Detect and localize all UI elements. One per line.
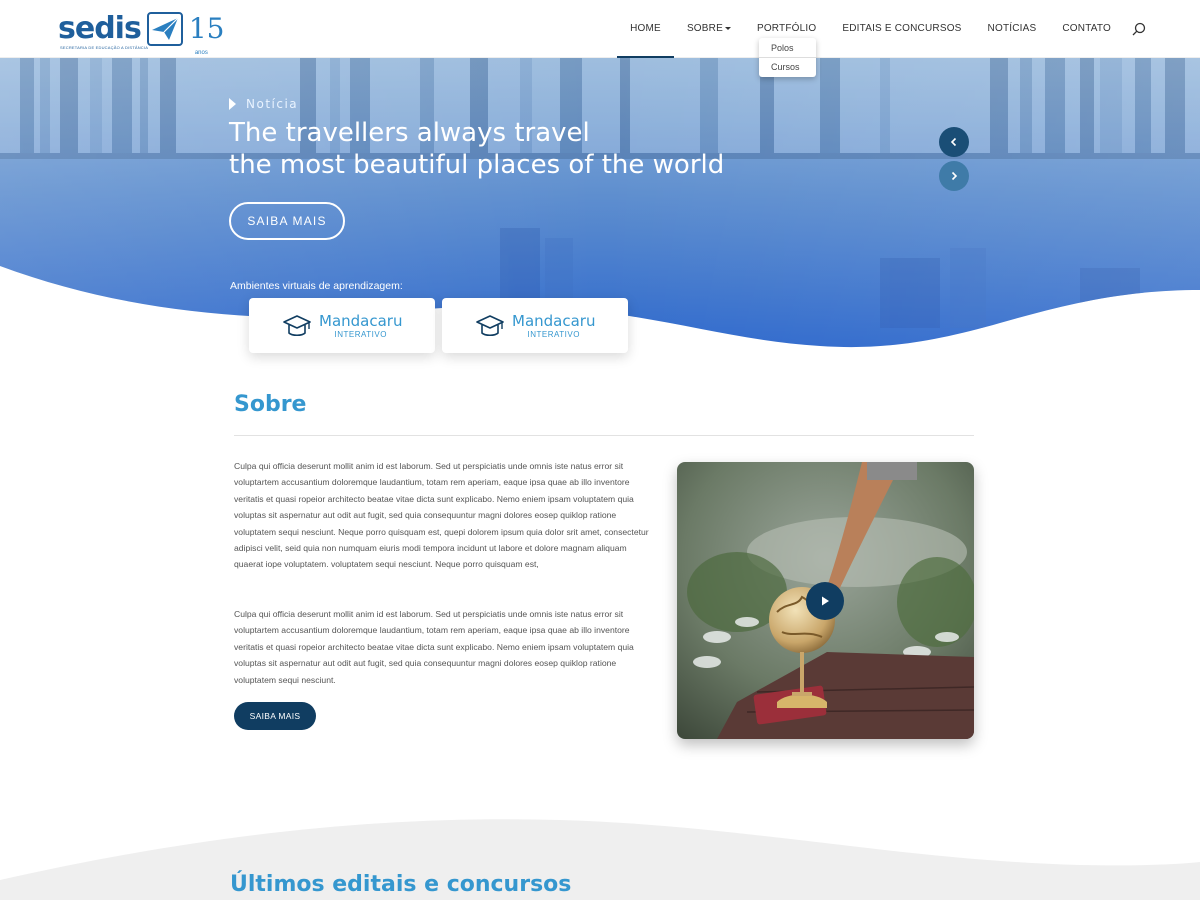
logo-subtitle: SECRETARIA DE EDUCAÇÃO A DISTÂNCIA <box>60 45 149 50</box>
hero-title: The travellers always travel the most be… <box>229 117 724 181</box>
ava-card-name: Mandacaru <box>512 311 596 330</box>
play-marker-icon <box>229 98 236 110</box>
graduation-cap-icon <box>476 314 504 336</box>
nav-portfolio-label: PORTFÓLIO <box>756 23 817 34</box>
sobre-heading: Sobre <box>234 392 307 417</box>
nav-sobre[interactable]: SOBRE <box>674 0 744 58</box>
sobre-saiba-mais-button[interactable]: SAIBA MAIS <box>234 702 316 730</box>
ava-card-name: Mandacaru <box>319 311 403 330</box>
hero-title-line-2: the most beautiful places of the world <box>229 150 725 180</box>
site-header: sedis SECRETARIA DE EDUCAÇÃO A DISTÂNCIA… <box>0 0 1200 58</box>
caret-down-icon <box>724 26 731 30</box>
nav-contato[interactable]: CONTATO <box>1049 0 1124 58</box>
nav-contato-label: CONTATO <box>1062 23 1111 34</box>
nav-editais[interactable]: EDITAIS E CONCURSOS <box>829 0 974 58</box>
slider-next-button[interactable] <box>939 161 969 191</box>
logo-wordmark: sedis <box>58 11 142 46</box>
graduation-cap-icon <box>283 314 311 336</box>
hero-saiba-mais-button[interactable]: SAIBA MAIS <box>229 202 345 240</box>
sobre-video-thumbnail[interactable] <box>677 462 974 739</box>
search-icon[interactable] <box>1128 0 1150 58</box>
bottom-wave-decoration <box>0 819 1200 900</box>
slider-prev-button[interactable] <box>939 127 969 157</box>
nav-home-label: HOME <box>630 23 661 34</box>
sobre-paragraph-2: Culpa qui officia deserunt mollit anim i… <box>234 609 634 685</box>
main-nav: HOME SOBRE PORTFÓLIO EDITAIS E CONCURSOS… <box>617 0 1150 58</box>
video-play-button[interactable] <box>806 582 844 620</box>
chevron-right-icon <box>951 171 958 181</box>
nav-home[interactable]: HOME <box>617 0 674 58</box>
dropdown-item-polos[interactable]: Polos <box>759 40 816 56</box>
anniversary-unit: anos <box>194 50 208 56</box>
dropdown-divider <box>759 57 816 58</box>
nav-editais-label: EDITAIS E CONCURSOS <box>842 23 962 34</box>
chevron-left-icon <box>950 137 957 147</box>
sobre-paragraph-1: Culpa qui officia deserunt mollit anim i… <box>234 461 649 570</box>
play-icon <box>822 596 829 606</box>
ava-card-sub: INTERATIVO <box>527 329 580 339</box>
nav-noticias-label: NOTÍCIAS <box>987 23 1037 34</box>
anniversary-mark: 15 anos <box>189 15 225 57</box>
section-divider <box>234 435 974 436</box>
nav-sobre-label: SOBRE <box>686 23 723 34</box>
hero-title-line-1: The travellers always travel <box>229 118 590 148</box>
sedis-logo[interactable]: sedis SECRETARIA DE EDUCAÇÃO A DISTÂNCIA… <box>58 10 225 57</box>
paper-plane-icon <box>146 12 183 46</box>
hero-tag: Notícia <box>229 97 298 111</box>
ava-label: Ambientes virtuais de aprendizagem: <box>230 280 403 292</box>
nav-noticias[interactable]: NOTÍCIAS <box>975 0 1050 58</box>
ava-card-mandacaru-1[interactable]: Mandacaru INTERATIVO <box>249 298 435 353</box>
ava-card-sub: INTERATIVO <box>334 329 387 339</box>
ava-card-mandacaru-2[interactable]: Mandacaru INTERATIVO <box>442 298 628 353</box>
hero-tag-label: Notícia <box>246 97 299 111</box>
editais-heading: Últimos editais e concursos <box>230 872 572 897</box>
dropdown-item-cursos[interactable]: Cursos <box>759 59 816 75</box>
sobre-dropdown-menu: Polos Cursos <box>759 38 816 77</box>
